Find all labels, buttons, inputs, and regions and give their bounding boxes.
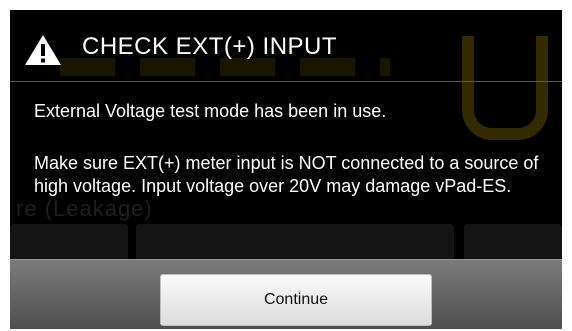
title-divider [10,81,562,82]
background-label: re (Leakage) [16,196,153,221]
continue-button[interactable]: Continue [160,274,432,326]
background-tile [136,224,454,262]
warning-triangle-icon [25,35,61,65]
dialog-message-line-1: External Voltage test mode has been in u… [34,101,387,121]
alert-dialog: re (Leakage) CHECK EXT(+) INPUT External… [10,10,562,329]
dialog-title-row: CHECK EXT(+) INPUT [10,10,562,81]
dialog-button-bar: Continue [10,259,562,329]
dialog-title: CHECK EXT(+) INPUT [82,33,338,60]
screen: re (Leakage) CHECK EXT(+) INPUT External… [0,0,572,331]
background-tile [464,224,562,262]
background-tile [10,224,128,262]
dialog-message-warning: Make sure EXT(+) meter input is NOT conn… [34,153,539,196]
